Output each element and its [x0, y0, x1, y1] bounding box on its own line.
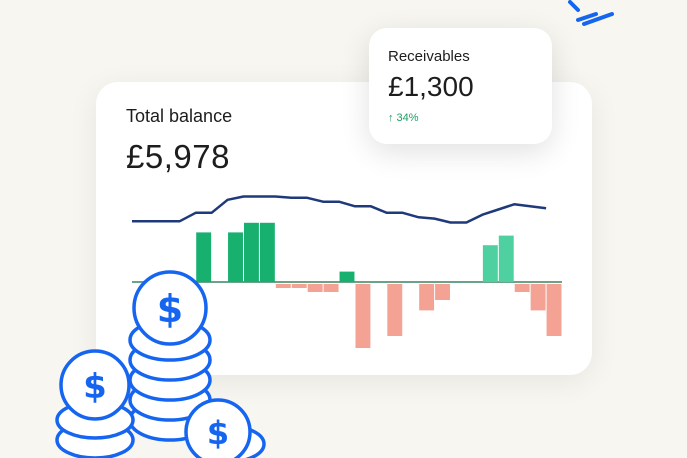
- cashflow-bar: [387, 284, 403, 336]
- cashflow-bar: [419, 284, 435, 311]
- cashflow-bar: [291, 284, 307, 288]
- cashflow-bar: [482, 245, 498, 282]
- cashflow-bar: [243, 222, 259, 282]
- receivables-card: Receivables £1,300 ↑ 34%: [369, 28, 552, 144]
- cashflow-bar: [196, 232, 212, 282]
- svg-text:$: $: [207, 414, 229, 452]
- cashflow-bar: [339, 271, 355, 282]
- cashflow-bar: [530, 284, 546, 311]
- cashflow-bar: [275, 284, 291, 288]
- arrow-up-icon: ↑: [388, 112, 394, 124]
- receivables-change-text: 34%: [396, 112, 419, 124]
- receivables-change: ↑ 34%: [388, 112, 419, 124]
- cashflow-bar: [307, 284, 323, 292]
- cashflow-bar: [355, 284, 371, 348]
- cashflow-bar: [228, 232, 243, 282]
- cashflow-bar: [435, 284, 451, 300]
- balance-line: [132, 195, 547, 224]
- cashflow-bar: [546, 284, 562, 336]
- cashflow-bar: [514, 284, 530, 292]
- receivables-label: Receivables: [388, 48, 470, 65]
- cashflow-bar: [259, 222, 275, 282]
- cashflow-bar: [323, 284, 339, 292]
- receivables-value: £1,300: [388, 71, 474, 102]
- dollar-coin-icon: [184, 398, 252, 458]
- cashflow-bar: [498, 235, 514, 282]
